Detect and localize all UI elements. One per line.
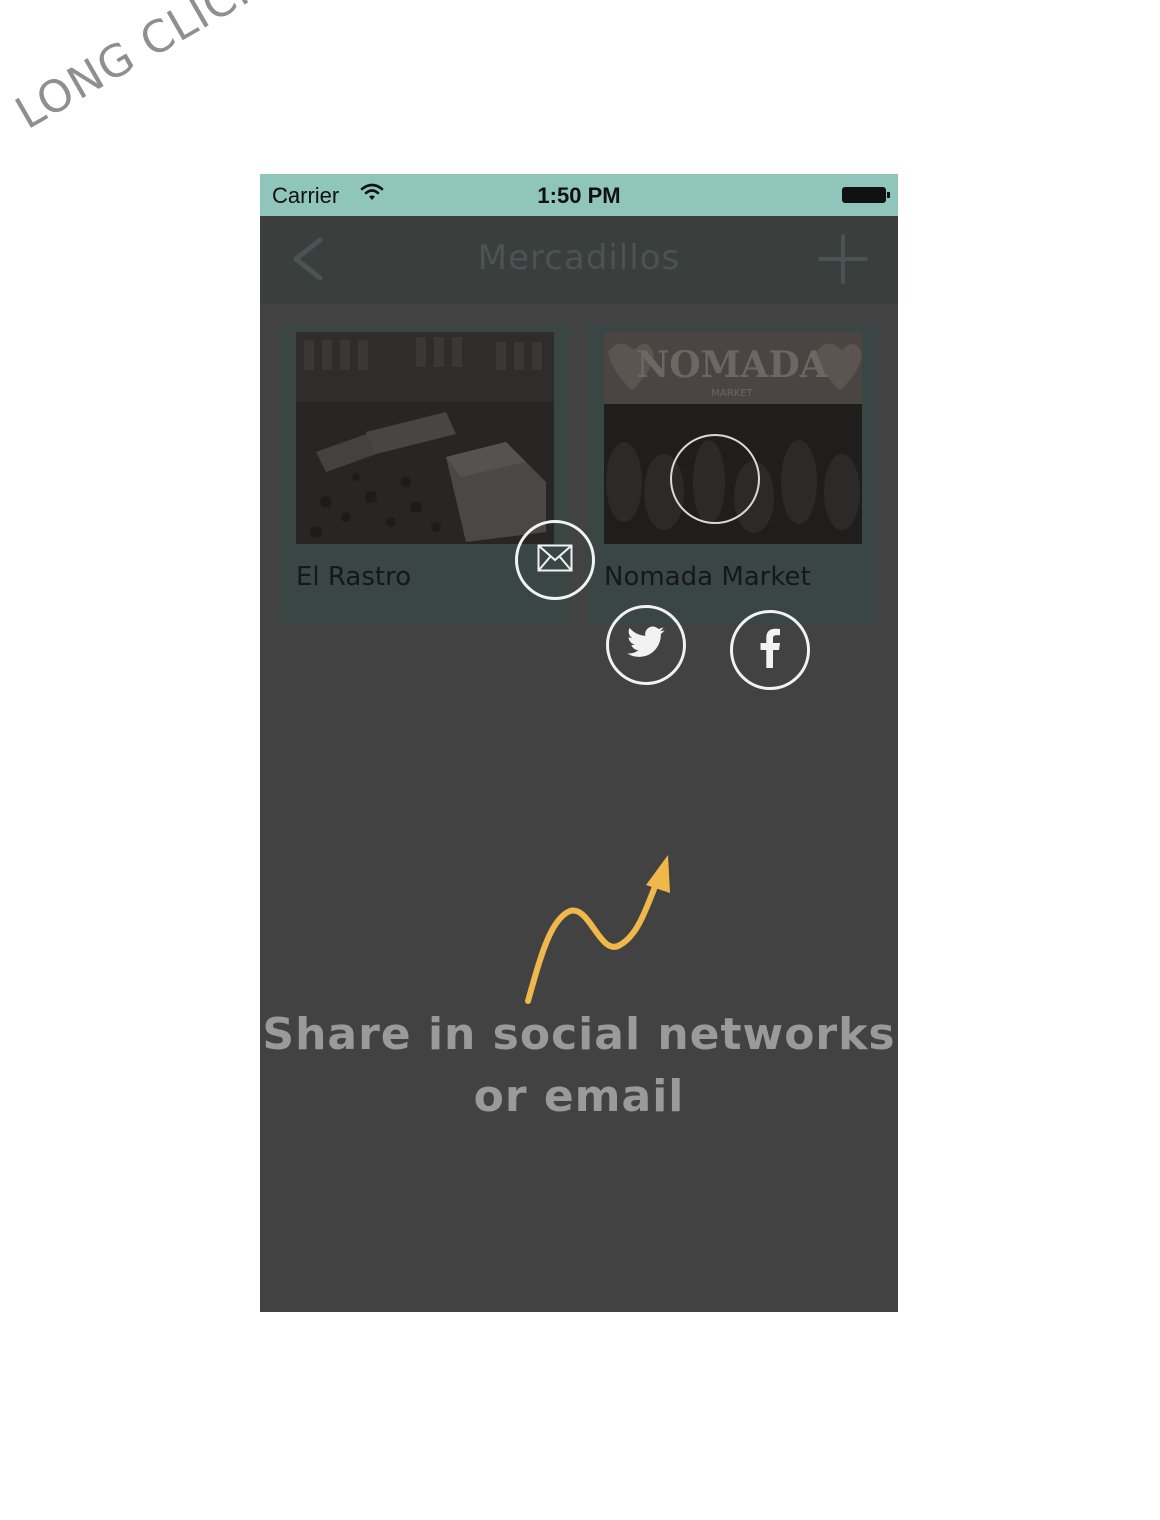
- facebook-share-button[interactable]: [730, 610, 810, 690]
- phone-screen: Carrier 1:50 PM Mercadillos El Rastro NO…: [260, 174, 898, 1312]
- share-hint-line-2: or email: [473, 1071, 685, 1122]
- status-bar: Carrier 1:50 PM: [260, 174, 898, 216]
- battery-icon: [842, 187, 890, 203]
- share-hint-line-1: Share in social networks: [262, 1009, 896, 1060]
- mail-icon: [537, 544, 573, 576]
- mail-share-button[interactable]: [515, 520, 595, 600]
- touch-indicator: [670, 434, 760, 524]
- twitter-share-button[interactable]: [606, 605, 686, 685]
- market-name: El Rastro: [296, 562, 412, 592]
- market-photo: [296, 332, 554, 544]
- status-time: 1:50 PM: [537, 183, 621, 208]
- share-hint: Share in social networks or email: [260, 1004, 898, 1128]
- plus-icon[interactable]: [818, 234, 868, 288]
- nomada-sign-subtext: MARKET: [711, 388, 753, 399]
- twitter-icon: [626, 626, 666, 664]
- squiggle-arrow-icon: [520, 849, 680, 1013]
- page-title: Mercadillos: [477, 238, 681, 278]
- facebook-icon: [759, 628, 781, 672]
- market-grid: El Rastro NOMADA MARKET Nomada Market Sh…: [260, 304, 898, 1312]
- navigation-bar: Mercadillos: [260, 216, 898, 304]
- long-click-annotation: LONG CLICK: [7, 0, 273, 140]
- nomada-sign: NOMADA: [636, 344, 828, 386]
- market-name: Nomada Market: [604, 562, 811, 592]
